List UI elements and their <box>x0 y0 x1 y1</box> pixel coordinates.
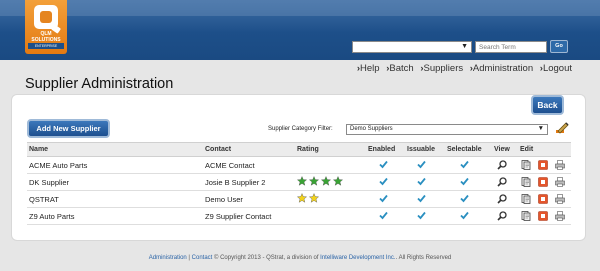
rating-star-icon <box>296 175 308 186</box>
nav-administration[interactable]: Administration <box>470 63 533 74</box>
table-row: DK Supplier Josie B Supplier 2 <box>27 174 571 191</box>
print-icon[interactable] <box>555 160 565 170</box>
view-magnifier-icon[interactable] <box>497 211 507 221</box>
disable-icon[interactable] <box>538 194 548 204</box>
enabled-check-icon <box>379 211 388 220</box>
col-issuable: Issuable <box>407 146 436 153</box>
nav-logout[interactable]: Logout <box>540 63 572 74</box>
footer-rights: All Rights Reserved <box>398 255 452 261</box>
category-filter-value: Demo Suppliers <box>350 126 393 132</box>
add-new-supplier-button[interactable]: Add New Supplier <box>27 119 110 138</box>
search-category-select[interactable]: ▼ <box>352 41 472 53</box>
table-row: Z9 Auto Parts Z9 Supplier Contact <box>27 208 571 225</box>
rating-stars <box>296 175 344 186</box>
issuable-check-icon <box>417 211 426 220</box>
disable-icon[interactable] <box>538 160 548 170</box>
edit-document-icon[interactable] <box>521 211 531 221</box>
table-row: QSTRAT Demo User <box>27 191 571 208</box>
edit-category-icon[interactable] <box>555 121 569 135</box>
rating-star-icon <box>296 192 308 203</box>
enabled-check-icon <box>379 194 388 203</box>
footer: Administration | Contact © Copyright 201… <box>148 255 452 261</box>
selectable-check-icon <box>460 160 469 169</box>
q-logo-icon <box>34 5 58 29</box>
print-icon[interactable] <box>555 177 565 187</box>
view-magnifier-icon[interactable] <box>497 160 507 170</box>
dropdown-arrow-icon: ▼ <box>461 43 468 50</box>
supplier-contact: Demo User <box>205 195 243 204</box>
rating-stars <box>296 192 320 203</box>
footer-link-administration[interactable]: Administration <box>149 255 187 261</box>
rating-star-icon <box>332 175 344 186</box>
supplier-name: Z9 Auto Parts <box>29 212 75 221</box>
col-view: View <box>494 146 510 153</box>
footer-link-company[interactable]: Intelliware Development Inc. <box>320 255 395 261</box>
top-nav: Help Batch Suppliers Administration Logo… <box>353 63 572 74</box>
disable-icon[interactable] <box>538 211 548 221</box>
selectable-check-icon <box>460 211 469 220</box>
view-magnifier-icon[interactable] <box>497 194 507 204</box>
selectable-check-icon <box>460 194 469 203</box>
header-strip <box>0 0 600 16</box>
table-header: Name Contact Rating Enabled Issuable Sel… <box>27 142 571 157</box>
issuable-check-icon <box>417 194 426 203</box>
rating-star-icon <box>320 175 332 186</box>
supplier-table: Name Contact Rating Enabled Issuable Sel… <box>27 142 571 225</box>
edit-document-icon[interactable] <box>521 177 531 187</box>
print-icon[interactable] <box>555 211 565 221</box>
view-magnifier-icon[interactable] <box>497 177 507 187</box>
supplier-contact: Josie B Supplier 2 <box>205 178 266 187</box>
supplier-contact: Z9 Supplier Contact <box>205 212 272 221</box>
table-row: ACME Auto Parts ACME Contact <box>27 157 571 174</box>
go-button[interactable]: Go <box>550 40 568 53</box>
rating-star-icon <box>308 175 320 186</box>
edit-document-icon[interactable] <box>521 194 531 204</box>
col-rating[interactable]: Rating <box>297 146 319 153</box>
enabled-check-icon <box>379 177 388 186</box>
col-enabled: Enabled <box>368 146 396 153</box>
enabled-check-icon <box>379 160 388 169</box>
disable-icon[interactable] <box>538 177 548 187</box>
nav-help[interactable]: Help <box>357 63 380 74</box>
col-name[interactable]: Name <box>29 146 48 153</box>
edit-document-icon[interactable] <box>521 160 531 170</box>
issuable-check-icon <box>417 177 426 186</box>
footer-copyright: © Copyright 2013 - QStrat, a division of <box>214 255 319 261</box>
supplier-name: QSTRAT <box>29 195 59 204</box>
nav-batch[interactable]: Batch <box>386 63 413 74</box>
nav-suppliers[interactable]: Suppliers <box>420 63 463 74</box>
supplier-name: DK Supplier <box>29 178 70 187</box>
logo-line3: ENTERPRISE <box>28 43 64 49</box>
print-icon[interactable] <box>555 194 565 204</box>
category-filter-select[interactable]: Demo Suppliers ▼ <box>346 124 548 135</box>
qlm-logo[interactable]: QLM SOLUTIONS ENTERPRISE <box>25 0 67 54</box>
dropdown-arrow-icon: ▼ <box>537 125 544 132</box>
col-selectable: Selectable <box>447 146 482 153</box>
rating-star-icon <box>308 192 320 203</box>
issuable-check-icon <box>417 160 426 169</box>
supplier-name: ACME Auto Parts <box>29 161 88 170</box>
category-filter-label: Supplier Category Filter: <box>268 126 333 132</box>
col-contact[interactable]: Contact <box>205 146 231 153</box>
supplier-contact: ACME Contact <box>205 161 255 170</box>
page-title: Supplier Administration <box>25 76 174 92</box>
col-edit: Edit <box>520 146 534 153</box>
selectable-check-icon <box>460 177 469 186</box>
back-button[interactable]: Back <box>531 95 564 115</box>
footer-link-contact[interactable]: Contact <box>192 255 213 261</box>
search-input[interactable] <box>475 41 547 53</box>
footer-separator: | <box>188 255 190 261</box>
